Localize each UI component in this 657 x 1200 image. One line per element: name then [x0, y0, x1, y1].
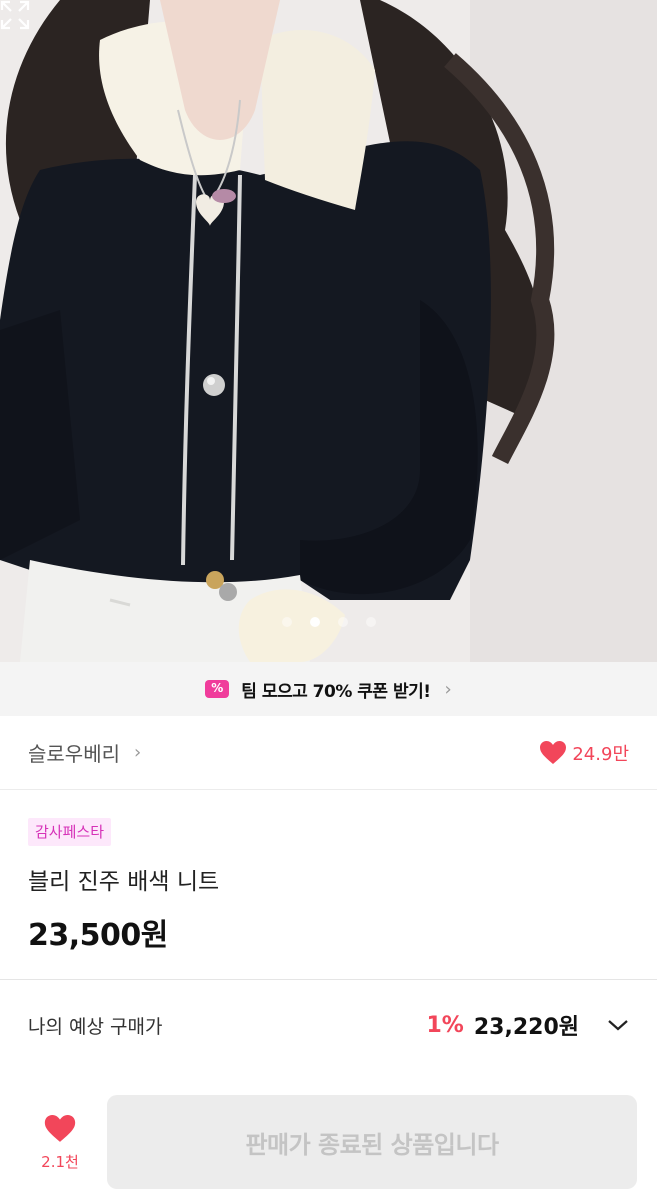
sold-out-button: 판매가 종료된 상품입니다 [107, 1095, 637, 1189]
shop-like-count: 24.9만 [572, 743, 629, 765]
wishlist-count: 2.1천 [41, 1153, 79, 1171]
chevron-right-icon: › [444, 678, 452, 700]
heart-icon [44, 1115, 76, 1142]
expected-price: 23,220원 [473, 1015, 579, 1040]
product-photo-illustration [0, 0, 657, 662]
expand-icon[interactable] [0, 0, 30, 30]
promo-badge: 감사페스타 [28, 818, 112, 846]
carousel-indicator [0, 617, 657, 627]
expected-price-label: 나의 예상 구매가 [28, 1015, 163, 1038]
product-image[interactable] [0, 0, 657, 662]
shop-row: 슬로우베리 › 24.9만 [0, 716, 657, 790]
product-page: % 팀 모으고 70% 쿠폰 받기! › 슬로우베리 › 24.9만 감사페스타… [0, 0, 657, 1200]
coupon-icon: % [205, 680, 230, 698]
carousel-dot-active[interactable] [309, 617, 320, 627]
carousel-dot[interactable] [365, 617, 376, 627]
carousel-dot[interactable] [281, 617, 292, 627]
expected-price-values: 1% 23,220원 [427, 1009, 630, 1041]
shop-like-button[interactable]: 24.9만 [540, 740, 629, 766]
discount-rate: 1% [426, 1012, 464, 1038]
chevron-right-icon: › [134, 742, 142, 763]
coupon-text: 팀 모으고 70% 쿠폰 받기! [241, 681, 431, 702]
wishlist-button[interactable]: 2.1천 [30, 1115, 90, 1172]
expected-price-row[interactable]: 나의 예상 구매가 1% 23,220원 [0, 980, 657, 1070]
bottom-action-bar: 2.1천 판매가 종료된 상품입니다 [0, 1085, 657, 1200]
coupon-icon-symbol: % [211, 681, 224, 695]
shop-name-link[interactable]: 슬로우베리 [28, 738, 120, 767]
chevron-down-icon [608, 1020, 628, 1031]
product-info: 감사페스타 블리 진주 배색 니트 23,500원 [0, 790, 657, 980]
carousel-dot[interactable] [337, 617, 348, 627]
product-title: 블리 진주 배색 니트 [28, 869, 220, 895]
heart-icon [540, 740, 567, 764]
product-price: 23,500원 [28, 918, 168, 953]
team-coupon-banner[interactable]: % 팀 모으고 70% 쿠폰 받기! › [0, 662, 657, 716]
